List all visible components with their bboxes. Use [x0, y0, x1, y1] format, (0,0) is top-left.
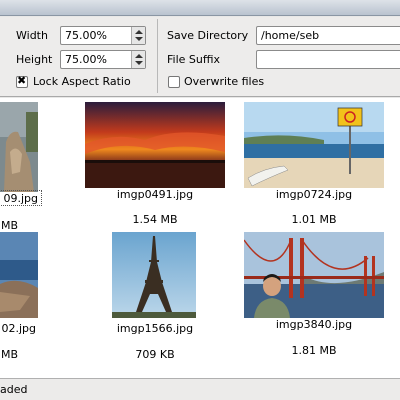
file-suffix-field[interactable] — [256, 50, 400, 69]
width-label: Width — [16, 29, 48, 42]
status-text: aded — [0, 383, 28, 396]
down-arrow-icon[interactable] — [135, 61, 143, 65]
width-spinbox[interactable]: 75.00% — [60, 26, 146, 45]
thumbnail-filename: imgp1566.jpg — [116, 322, 194, 335]
overwrite-checkbox[interactable] — [168, 76, 180, 88]
thumbnail-filename: imgp3840.jpg — [275, 318, 353, 331]
thumbnail-filesize: 1.01 MB — [291, 213, 337, 226]
thumbnail-image-coast[interactable] — [0, 232, 38, 318]
save-directory-value: /home/seb — [261, 29, 320, 42]
width-value: 75.00% — [65, 29, 107, 42]
save-directory-label: Save Directory — [167, 29, 249, 42]
down-arrow-icon[interactable] — [135, 37, 143, 41]
window-titlebar — [0, 0, 400, 16]
lock-aspect-label[interactable]: Lock Aspect Ratio — [33, 75, 131, 88]
width-stepper[interactable] — [131, 27, 145, 44]
save-directory-field[interactable]: /home/seb — [256, 26, 400, 45]
height-spinbox[interactable]: 75.00% — [60, 50, 146, 69]
thumbnail-image-golden-gate[interactable] — [244, 232, 384, 318]
file-suffix-label: File Suffix — [167, 53, 221, 66]
overwrite-label[interactable]: Overwrite files — [184, 75, 264, 88]
thumbnail-filesize: MB — [0, 348, 18, 361]
height-stepper[interactable] — [131, 51, 145, 68]
resize-options-panel: Width 75.00% Height 75.00% Lock Aspect R… — [0, 17, 400, 97]
thumbnail-filename: 02.jpg — [1, 322, 36, 335]
thumbnail-filesize: 709 KB — [135, 348, 175, 361]
thumbnail-filesize: 1.54 MB — [132, 213, 178, 226]
thumbnail-filename: imgp0724.jpg — [275, 188, 353, 201]
panel-separator — [157, 19, 158, 93]
status-bar: aded — [0, 378, 400, 400]
thumbnail-grid[interactable]: 09.jpg MB imgp0491.jpg 1.54 MB imgp0724.… — [0, 98, 400, 378]
up-arrow-icon[interactable] — [135, 30, 143, 34]
thumbnail-image-statue[interactable] — [0, 102, 38, 192]
thumbnail-filesize: MB — [0, 219, 18, 232]
height-label: Height — [16, 53, 53, 66]
lock-aspect-checkbox[interactable] — [16, 74, 28, 88]
thumbnail-image-beach[interactable] — [244, 102, 384, 188]
thumbnail-filesize: 1.81 MB — [291, 344, 337, 357]
height-value: 75.00% — [65, 53, 107, 66]
up-arrow-icon[interactable] — [135, 54, 143, 58]
thumbnail-image-sunset[interactable] — [85, 102, 225, 188]
thumbnail-filename: imgp0491.jpg — [116, 188, 194, 201]
thumbnail-image-eiffel-tower[interactable] — [112, 232, 196, 318]
thumbnail-filename: 09.jpg — [3, 192, 38, 205]
